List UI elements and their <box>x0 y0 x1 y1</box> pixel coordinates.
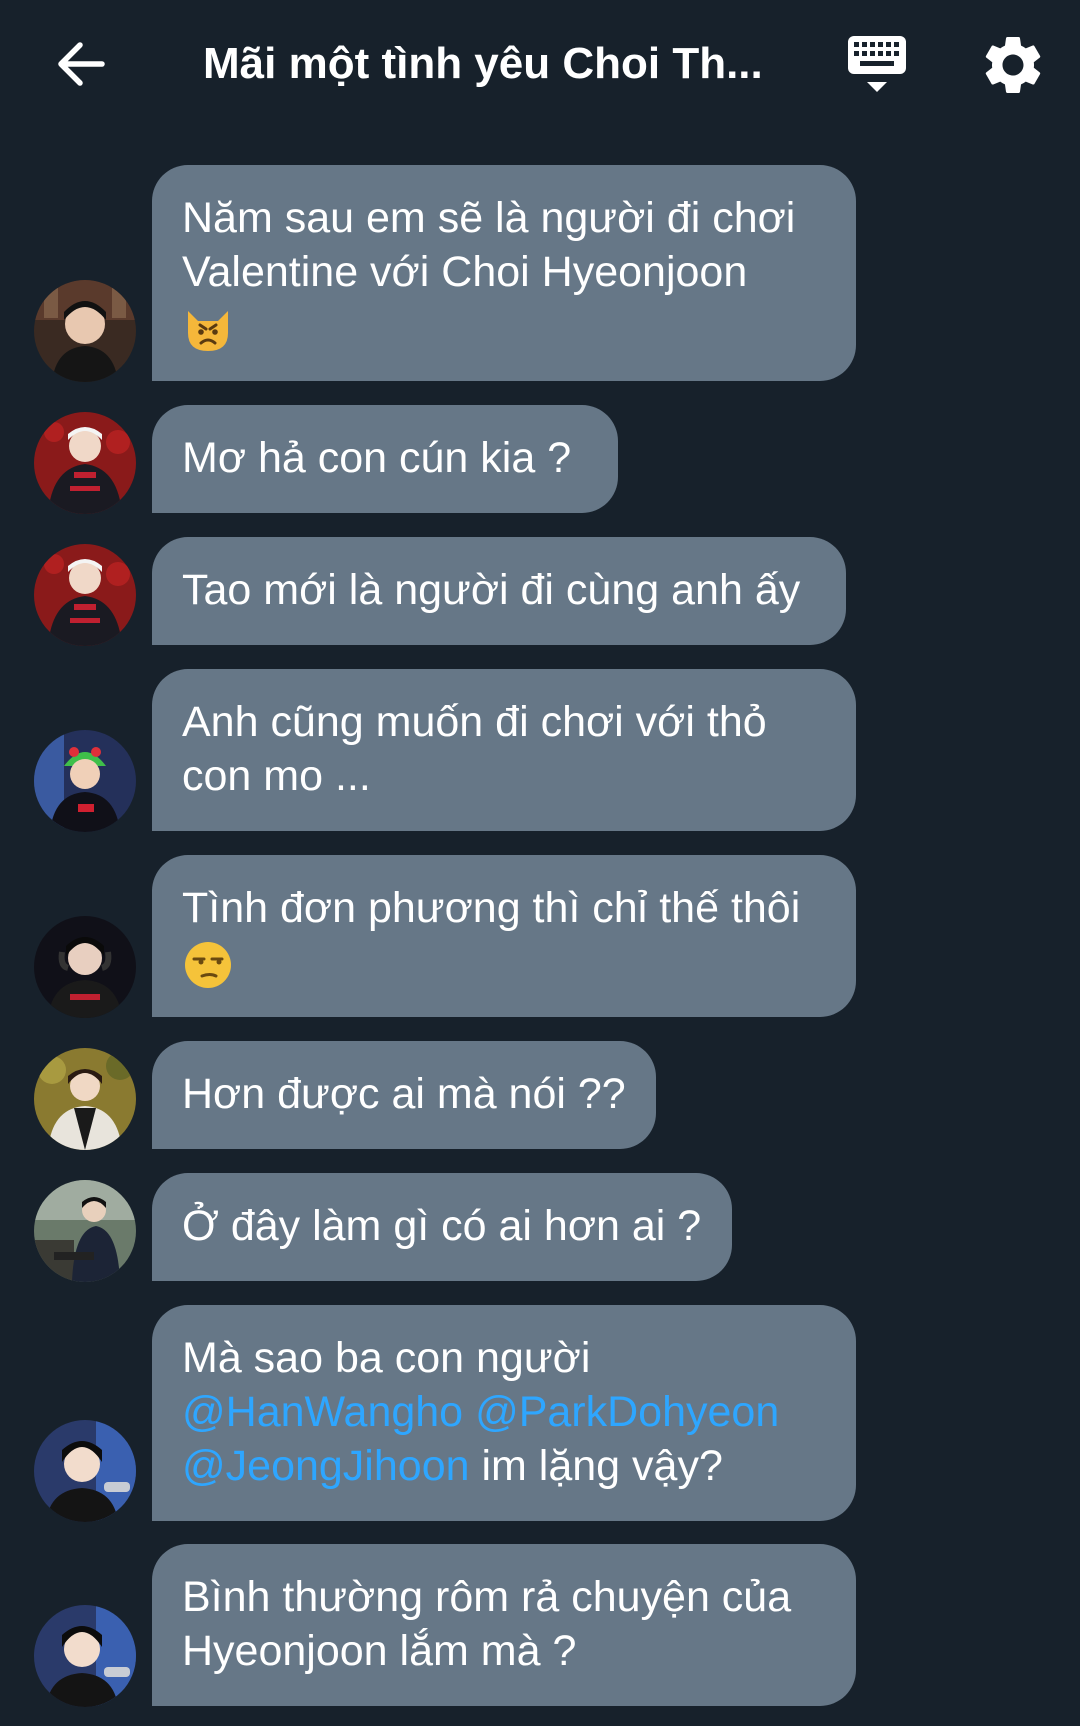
avatar[interactable] <box>34 1180 136 1282</box>
message-text: Tình đơn phương thì chỉ thế thôi <box>182 884 801 932</box>
mention-link[interactable]: @HanWangho <box>182 1388 463 1436</box>
message-bubble[interactable]: Mà sao ba con người @HanWangho @ParkDohy… <box>152 1305 856 1521</box>
message-text: Bình thường rôm rả chuyện của <box>182 1573 792 1621</box>
message-bubble[interactable]: Bình thường rôm rả chuyện của Hyeonjoon … <box>152 1544 856 1706</box>
message-text: Hyeonjoon lắm mà ? <box>182 1627 577 1675</box>
avatar[interactable] <box>34 412 136 514</box>
message-bubble[interactable]: Ở đây làm gì có ai hơn ai ? <box>152 1173 732 1281</box>
message-bubble[interactable]: Anh cũng muốn đi chơi với thỏ con mo ... <box>152 669 856 831</box>
avatar[interactable] <box>34 1420 136 1522</box>
avatar[interactable] <box>34 1048 136 1150</box>
message-bubble[interactable]: Mơ hả con cún kia ? <box>152 405 618 513</box>
pouting-cat-emoji <box>188 310 228 351</box>
message-text-line: @JeongJihoon im lặng vậy? <box>182 1439 826 1493</box>
message-text: Anh cũng muốn đi chơi với thỏ <box>182 698 767 746</box>
message-text: Mơ hả con cún kia ? <box>182 434 572 482</box>
message-bubble[interactable]: Tao mới là người đi cùng anh ấy <box>152 537 846 645</box>
message-text: Tao mới là người đi cùng anh ấy <box>182 566 801 614</box>
avatar[interactable] <box>34 280 136 382</box>
message-text: Năm sau em sẽ là người đi chơi <box>182 194 796 242</box>
message-text-mentions: @HanWangho @ParkDohyeon <box>182 1385 826 1439</box>
message-text: im lặng vậy? <box>469 1442 723 1490</box>
avatar[interactable] <box>34 730 136 832</box>
message-bubble[interactable]: Tình đơn phương thì chỉ thế thôi <box>152 855 856 1017</box>
message-bubble[interactable]: Hơn được ai mà nói ?? <box>152 1041 656 1149</box>
unamused-face-emoji <box>185 941 231 988</box>
message-text: Hơn được ai mà nói ?? <box>182 1070 626 1118</box>
message-text: Mà sao ba con người <box>182 1334 591 1382</box>
message-text: Valentine với Choi Hyeonjoon <box>182 248 748 296</box>
message-text: con mo ... <box>182 752 371 800</box>
avatar[interactable] <box>34 544 136 646</box>
avatar[interactable] <box>34 916 136 1018</box>
message-text: Ở đây làm gì có ai hơn ai ? <box>182 1202 702 1250</box>
message-bubble[interactable]: Năm sau em sẽ là người đi chơi Valentine… <box>152 165 856 381</box>
mention-link[interactable]: @JeongJihoon <box>182 1442 470 1490</box>
avatar[interactable] <box>34 1605 136 1707</box>
mention-link[interactable]: @ParkDohyeon <box>475 1388 779 1436</box>
message-list[interactable]: Năm sau em sẽ là người đi chơi Valentine… <box>0 0 1080 1726</box>
